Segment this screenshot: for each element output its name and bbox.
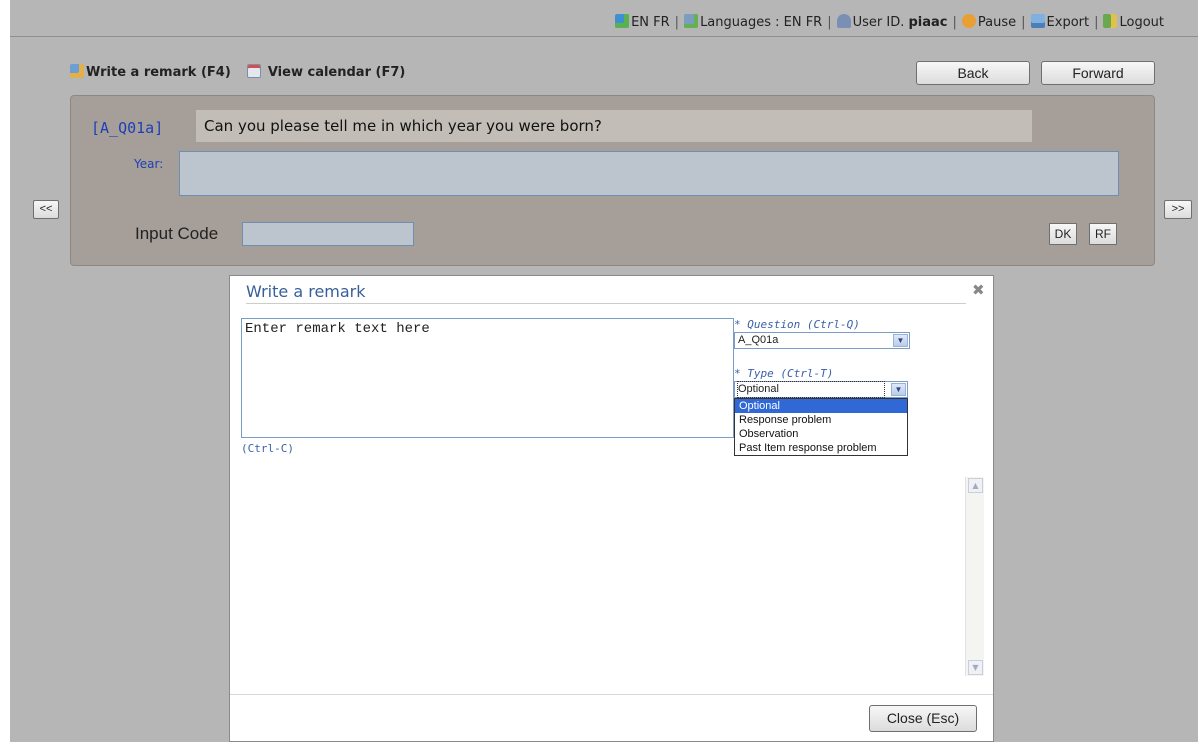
back-button[interactable]: Back (916, 61, 1030, 85)
forward-button[interactable]: Forward (1041, 61, 1155, 85)
calendar-icon (247, 64, 262, 78)
type-dropdown-list: Optional Response problem Observation Pa… (734, 398, 908, 456)
dialog-title-divider (246, 303, 966, 304)
year-input[interactable] (179, 151, 1119, 196)
user-id: User ID. piaac (836, 14, 948, 30)
question-text: Can you please tell me in which year you… (196, 110, 1032, 142)
write-remark-link[interactable]: Write a remark (F4) (70, 64, 231, 80)
previous-question-button[interactable]: << (33, 200, 59, 219)
type-option-optional[interactable]: Optional (735, 399, 907, 413)
input-code-field[interactable] (242, 222, 414, 246)
logout-link[interactable]: Logout (1103, 14, 1164, 30)
question-select[interactable]: A_Q01a ▼ (734, 332, 910, 349)
language-switch[interactable]: EN FR (615, 14, 670, 30)
pencil-icon (70, 64, 84, 78)
user-icon (836, 14, 851, 28)
scroll-up-icon[interactable]: ▲ (968, 478, 983, 493)
type-select-label: * Type (Ctrl-T) (734, 367, 834, 380)
close-dialog-button[interactable]: Close (Esc) (869, 705, 977, 732)
export-link[interactable]: Export (1030, 14, 1089, 30)
scroll-down-icon[interactable]: ▼ (968, 660, 983, 675)
type-select-value: Optional (737, 381, 885, 398)
toolbar: Write a remark (F4) View calendar (F7) (70, 64, 417, 80)
pause-link[interactable]: Pause (961, 14, 1016, 30)
dialog-title: Write a remark (246, 282, 366, 301)
languages-link[interactable]: Languages : EN FR (684, 14, 822, 30)
language-flag-icon (615, 14, 630, 28)
pause-icon (961, 14, 976, 28)
remark-textarea[interactable]: Enter remark text here (241, 318, 734, 438)
top-bar: EN FR | Languages : EN FR | User ID. piaac | P… (10, 10, 1198, 37)
view-calendar-link[interactable]: View calendar (F7) (247, 64, 405, 80)
chevron-down-icon[interactable]: ▼ (891, 383, 906, 396)
ctrl-c-hint: (Ctrl-C) (241, 442, 294, 455)
question-select-value: A_Q01a (738, 334, 779, 346)
question-select-label: * Question (Ctrl-Q) (734, 318, 860, 331)
export-icon (1030, 14, 1045, 28)
dialog-scrollbar[interactable]: ▲ ▼ (965, 477, 984, 676)
type-option-response-problem[interactable]: Response problem (735, 413, 907, 427)
type-select[interactable]: Optional ▼ (734, 381, 908, 398)
dont-know-button[interactable]: DK (1049, 223, 1077, 245)
question-id: [A_Q01a] (91, 119, 164, 137)
input-code-label: Input Code (135, 224, 219, 243)
next-question-button[interactable]: >> (1164, 200, 1192, 219)
year-label: Year: (134, 157, 164, 171)
logout-icon (1103, 14, 1118, 28)
dialog-footer-divider (230, 694, 993, 695)
type-option-past-item-response-problem[interactable]: Past Item response problem (735, 441, 907, 455)
type-option-observation[interactable]: Observation (735, 427, 907, 441)
chevron-down-icon[interactable]: ▼ (893, 334, 908, 347)
languages-icon (684, 14, 699, 28)
refused-button[interactable]: RF (1089, 223, 1117, 245)
close-icon[interactable]: ✖ (972, 281, 985, 299)
